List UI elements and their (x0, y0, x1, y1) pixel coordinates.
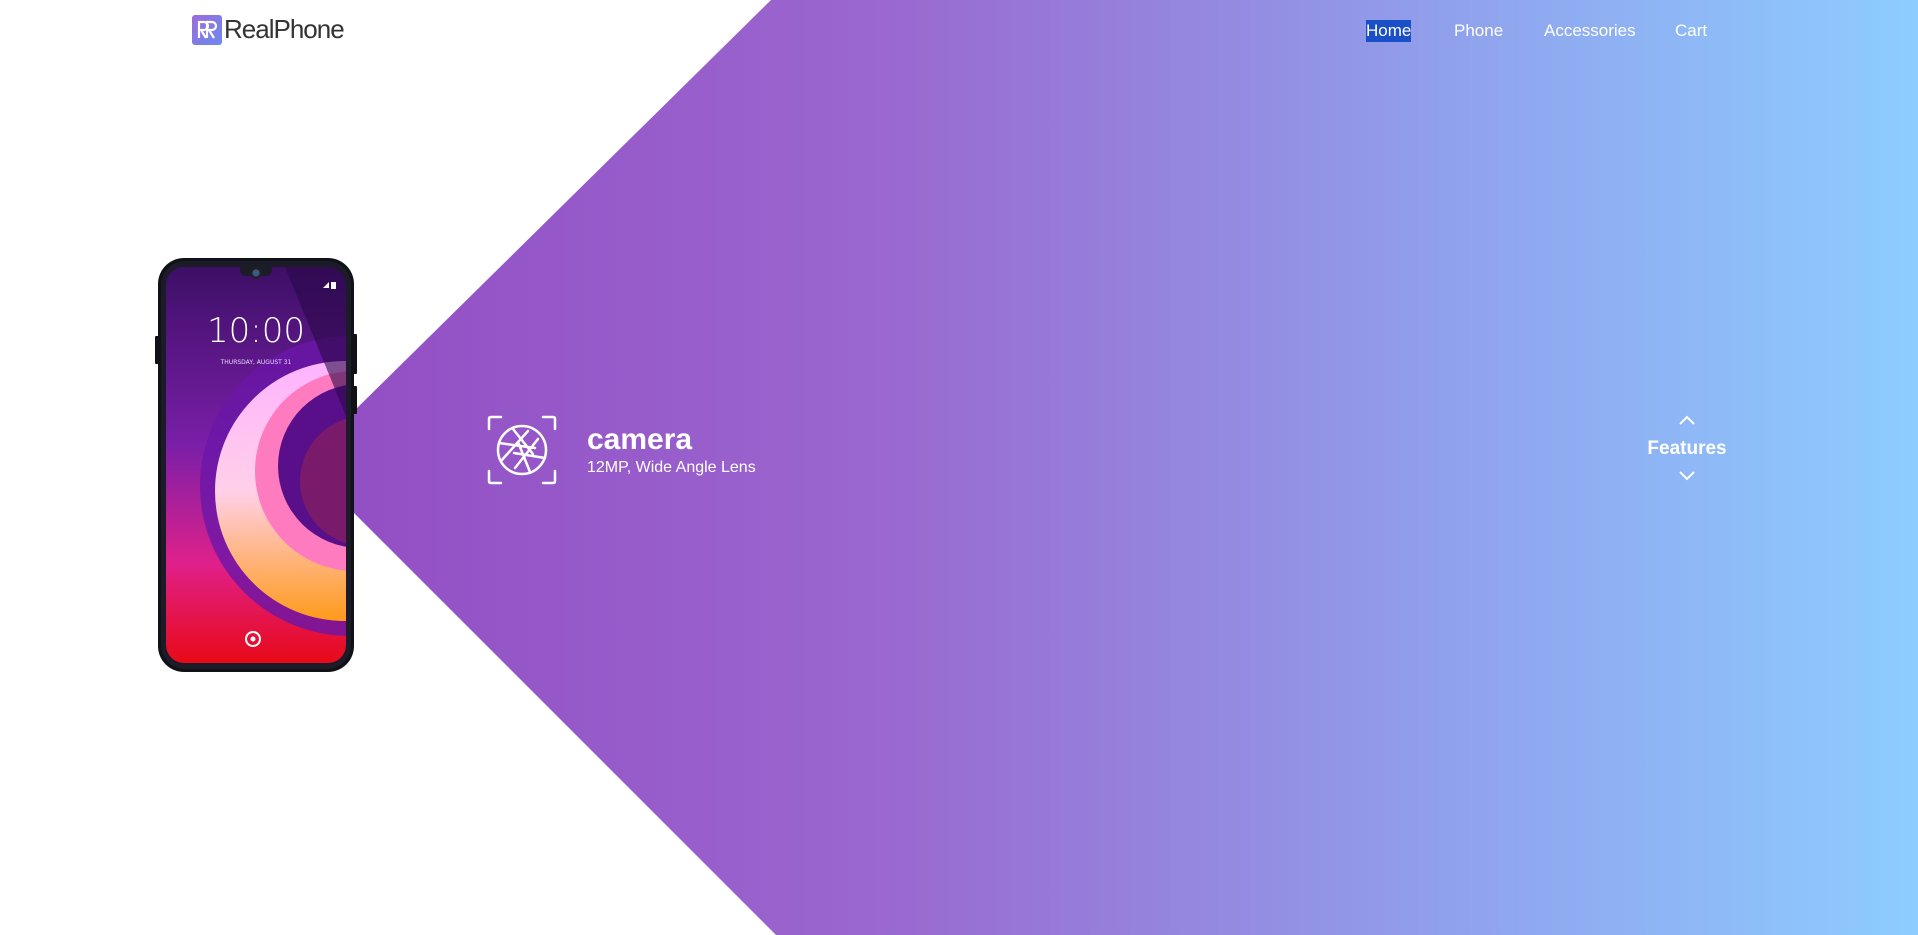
chevron-up-icon[interactable] (1678, 414, 1696, 426)
nav-phone-link[interactable]: Phone (1454, 20, 1503, 42)
chevron-down-icon[interactable] (1678, 470, 1696, 482)
site-header: RealPhone Home Phone Accessories Cart (0, 0, 1918, 62)
nav-cart-link[interactable]: Cart (1675, 20, 1707, 42)
phone-time: 10:00 (207, 311, 305, 351)
nav-accessories-link[interactable]: Accessories (1544, 20, 1636, 42)
phone-product-image: 10:00 THURSDAY, AUGUST 31 (155, 256, 357, 674)
camera-aperture-icon (487, 415, 557, 485)
features-label: Features (1647, 438, 1727, 459)
phone-date: THURSDAY, AUGUST 31 (220, 359, 292, 366)
nav-home-link[interactable]: Home (1366, 20, 1412, 42)
feature-item-camera: camera 12MP, Wide Angle Lens (487, 414, 756, 486)
main-nav: Home Phone Accessories Cart (0, 20, 1918, 44)
feature-description: 12MP, Wide Angle Lens (587, 458, 756, 476)
features-navigator: Features (1642, 414, 1732, 510)
feature-title: camera (587, 422, 693, 456)
